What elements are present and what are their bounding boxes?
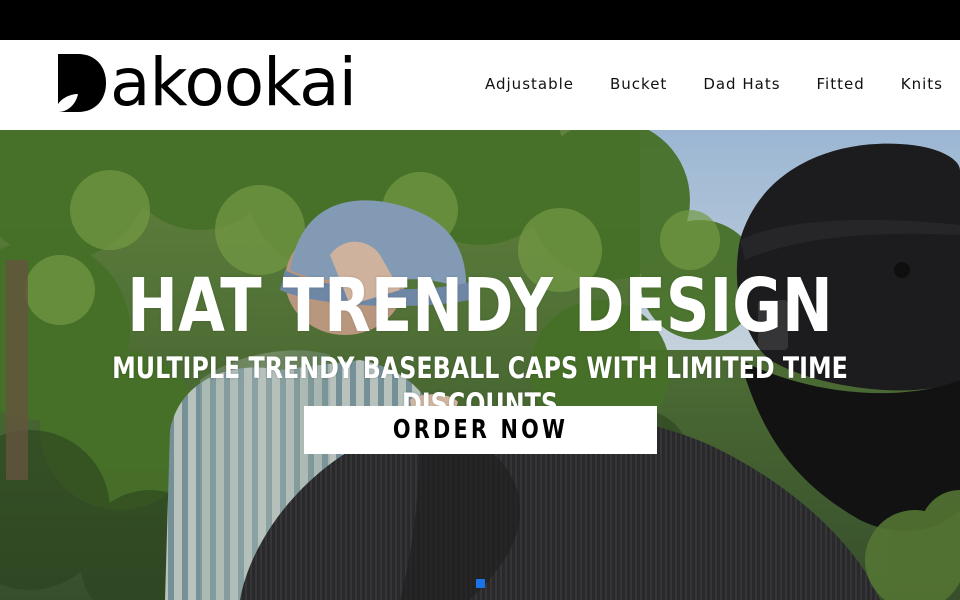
top-announcement-bar xyxy=(0,0,960,40)
main-nav: Adjustable Bucket Dad Hats Fitted Knits … xyxy=(485,75,960,93)
nav-item-bucket[interactable]: Bucket xyxy=(610,75,667,93)
logo-mark-icon xyxy=(58,54,106,112)
logo-text: akookai xyxy=(110,44,357,121)
nav-item-knits[interactable]: Knits xyxy=(901,75,943,93)
nav-item-fitted[interactable]: Fitted xyxy=(817,75,865,93)
nav-item-dad-hats[interactable]: Dad Hats xyxy=(703,75,780,93)
hero-title: HAT TRENDY DESIGN xyxy=(127,263,833,349)
site-header: akookai Adjustable Bucket Dad Hats Fitte… xyxy=(0,40,960,130)
nav-item-adjustable[interactable]: Adjustable xyxy=(485,75,574,93)
hero-banner: HAT TRENDY DESIGN MULTIPLE TRENDY BASEBA… xyxy=(0,130,960,600)
order-now-label: ORDER NOW xyxy=(392,415,569,445)
site-logo[interactable]: akookai xyxy=(56,44,357,121)
order-now-button[interactable]: ORDER NOW xyxy=(304,406,657,454)
slider-dot-active[interactable] xyxy=(476,579,485,588)
